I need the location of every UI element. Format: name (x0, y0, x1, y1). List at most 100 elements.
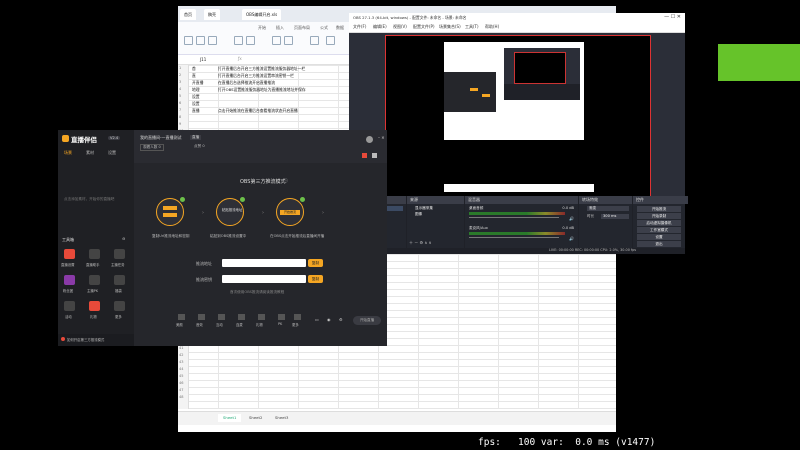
menu-help[interactable]: 帮助(H) (485, 24, 499, 30)
activity-icon[interactable] (64, 301, 75, 311)
source-item[interactable]: 图像 (415, 212, 422, 217)
sound-effect-icon[interactable] (198, 314, 205, 320)
transition-select[interactable]: 渐变 (587, 206, 629, 211)
row-number[interactable]: 46 (179, 381, 183, 385)
pk-icon[interactable] (278, 314, 285, 320)
task-icon[interactable] (114, 249, 125, 259)
row-number[interactable]: 47 (179, 388, 183, 392)
row-number[interactable]: 42 (179, 353, 183, 357)
live-settings-icon[interactable] (64, 249, 75, 259)
ribbon-tab[interactable]: 开始 (258, 25, 266, 31)
bold-icon[interactable] (246, 36, 255, 45)
volume-slider[interactable] (469, 237, 559, 238)
source-add-remove-icon[interactable]: ＋ － ⚙ ∧ ∨ (409, 240, 432, 246)
ribbon-tab[interactable]: 插入 (276, 25, 284, 31)
number-format-icon[interactable] (310, 36, 319, 45)
sheet-tab[interactable]: Sheet3 (270, 414, 293, 422)
row-number[interactable]: 3 (179, 80, 181, 84)
tab-active-file[interactable]: OBS编辑开启.xls (242, 9, 282, 20)
row-number[interactable]: 8 (179, 115, 181, 119)
avatar[interactable] (366, 136, 373, 143)
bell-icon[interactable] (89, 249, 100, 259)
ribbon-tab[interactable]: 数据 (336, 25, 344, 31)
cell[interactable]: 打开OBS设置推流服务器地址为直播推流地址并保存 (218, 87, 306, 93)
start-live-button[interactable]: 开始直播 (353, 316, 381, 325)
cell[interactable]: 在直播后台选择推流开启直播推流 (218, 80, 275, 86)
cell[interactable]: 点击开始推流在直播后台查看推流状态开启直播 (218, 108, 298, 114)
gear-icon[interactable]: ⚙ (339, 317, 343, 322)
cell[interactable]: 设置 (192, 101, 200, 107)
obs-preview[interactable] (385, 35, 651, 197)
gift-box-icon[interactable] (362, 153, 367, 158)
row-number[interactable]: 5 (179, 94, 181, 98)
copy-key-button[interactable]: 复制 (308, 275, 323, 283)
speaker-icon[interactable]: 🔊 (569, 236, 574, 241)
side-tab-settings[interactable]: 设置 (108, 150, 116, 156)
sheet-tab[interactable]: Sheet1 (218, 414, 242, 422)
cell[interactable]: 打开直播后台开启三方推流设置串流密钥一栏 (218, 73, 294, 79)
window-controls-icon[interactable]: – ✕ (378, 135, 385, 140)
row-number[interactable]: 2 (179, 73, 181, 77)
start-streaming-button[interactable]: 开始推流 (637, 206, 681, 212)
font-icon[interactable] (234, 36, 243, 45)
pk-icon[interactable] (89, 275, 100, 285)
row-number[interactable]: 45 (179, 374, 183, 378)
row-number[interactable]: 48 (179, 395, 183, 399)
tab-home[interactable]: 首页 (180, 9, 196, 20)
cell[interactable]: 地理 (192, 87, 200, 93)
row-number[interactable]: 43 (179, 360, 183, 364)
window-controls-icon[interactable]: — ☐ ✕ (664, 14, 681, 20)
name-box[interactable]: J11 (200, 57, 206, 62)
sources-list[interactable]: 显示器采集 图像 ＋ － ⚙ ∧ ∨ (407, 204, 464, 248)
more-icon[interactable] (294, 314, 301, 320)
footer-help-link[interactable]: 如何开启第三方推流模式 (67, 337, 104, 342)
co-host-icon[interactable] (238, 314, 245, 320)
side-tab-materials[interactable]: 素材 (86, 150, 94, 156)
volume-slider[interactable] (469, 217, 559, 218)
mic-icon[interactable]: ◉ (327, 317, 331, 322)
side-tab-scenes[interactable]: 场景 (64, 150, 72, 156)
menu-profile[interactable]: 配置文件(P) (413, 24, 435, 30)
row-number[interactable]: 7 (179, 108, 181, 112)
camera-icon[interactable]: ▭ (315, 317, 319, 322)
row-number[interactable]: 1 (179, 66, 181, 70)
tab-draft[interactable]: 稿壳 (204, 9, 220, 20)
stream-url-field[interactable] (222, 259, 306, 267)
format-painter-icon[interactable] (208, 36, 217, 45)
paste-icon[interactable] (184, 36, 193, 45)
menu-file[interactable]: 文件(F) (353, 24, 366, 30)
gift-icon[interactable] (89, 301, 100, 311)
table-style-icon[interactable] (326, 36, 335, 45)
row-number[interactable]: 6 (179, 101, 181, 105)
row-number[interactable]: 41 (179, 346, 183, 350)
cell[interactable]: 直 (192, 73, 196, 79)
gift-icon[interactable] (258, 314, 265, 320)
copy-url-button[interactable]: 复制 (308, 259, 323, 267)
align-icon[interactable] (272, 36, 281, 45)
duration-input[interactable]: 300 ms (601, 214, 629, 219)
menu-scene-collection[interactable]: 场景集合(S) (439, 24, 461, 30)
stream-key-field[interactable] (222, 275, 306, 283)
menu-edit[interactable]: 编辑(E) (373, 24, 387, 30)
sheet-tab[interactable]: Sheet2 (244, 414, 267, 422)
exit-button[interactable]: 退出 (637, 241, 681, 247)
source-item[interactable]: 显示器采集 (415, 206, 433, 211)
menu-view[interactable]: 视图(V) (393, 24, 407, 30)
lucky-bag-icon[interactable] (114, 275, 125, 285)
more-icon[interactable] (114, 301, 125, 311)
interact-icon[interactable] (218, 314, 225, 320)
row-number[interactable]: 4 (179, 87, 181, 91)
start-recording-button[interactable]: 开始录制 (637, 213, 681, 219)
help-icon[interactable]: ⓘ (284, 178, 288, 184)
virtual-camera-button[interactable]: 启动虚拟摄像机 (637, 220, 681, 226)
beauty-icon[interactable] (178, 314, 185, 320)
cell[interactable]: 首 (192, 66, 196, 72)
row-number[interactable]: 9 (179, 122, 181, 126)
cell[interactable]: 打开直播后台开启三方推流设置推流服务器地址一栏 (218, 66, 305, 72)
collapse-icon[interactable]: ⊖ (122, 236, 125, 241)
ribbon-tab[interactable]: 公式 (320, 25, 328, 31)
merge-icon[interactable] (284, 36, 293, 45)
version-badge[interactable]: V2.4 (108, 136, 121, 140)
cell[interactable]: 开直播 (192, 80, 203, 86)
cell[interactable]: 设置 (192, 94, 200, 100)
